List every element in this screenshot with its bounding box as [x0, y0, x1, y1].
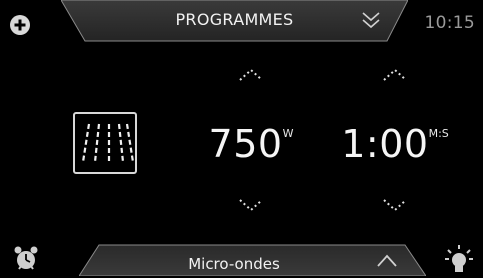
timer-control: 1:00M:S [340, 60, 450, 225]
microwave-waves-icon [81, 123, 135, 163]
timer-value: 1:00 [341, 122, 429, 166]
power-unit: W [282, 127, 294, 140]
power-up-button[interactable] [196, 68, 306, 86]
mode-title: Micro-ondes [188, 255, 280, 273]
power-readout: 750W [196, 122, 306, 166]
clock-display: 10:15 [424, 13, 475, 33]
programmes-title: PROGRAMMES [175, 10, 294, 29]
lamp-icon[interactable] [444, 244, 474, 274]
oven-display: PROGRAMMES 10:15 750W 1:00M:S Micro-onde… [0, 0, 483, 276]
timer-unit: M:S [428, 127, 449, 140]
chevron-down-icon [239, 199, 263, 212]
alarm-clock-icon[interactable] [13, 245, 39, 271]
chevron-up-icon [239, 68, 263, 81]
chevron-up-icon[interactable] [376, 251, 398, 271]
double-chevron-down-icon[interactable] [360, 9, 382, 31]
add-button[interactable] [10, 15, 30, 35]
mode-tab[interactable]: Micro-ondes [79, 244, 426, 276]
timer-up-button[interactable] [340, 68, 450, 86]
timer-down-button[interactable] [340, 198, 450, 216]
power-control: 750W [196, 60, 306, 225]
timer-readout: 1:00M:S [340, 122, 450, 166]
programmes-tab[interactable]: PROGRAMMES [61, 0, 408, 42]
mode-button[interactable] [73, 112, 137, 174]
chevron-up-icon [383, 68, 407, 81]
power-down-button[interactable] [196, 198, 306, 216]
power-value: 750 [208, 122, 283, 166]
chevron-down-icon [383, 199, 407, 212]
